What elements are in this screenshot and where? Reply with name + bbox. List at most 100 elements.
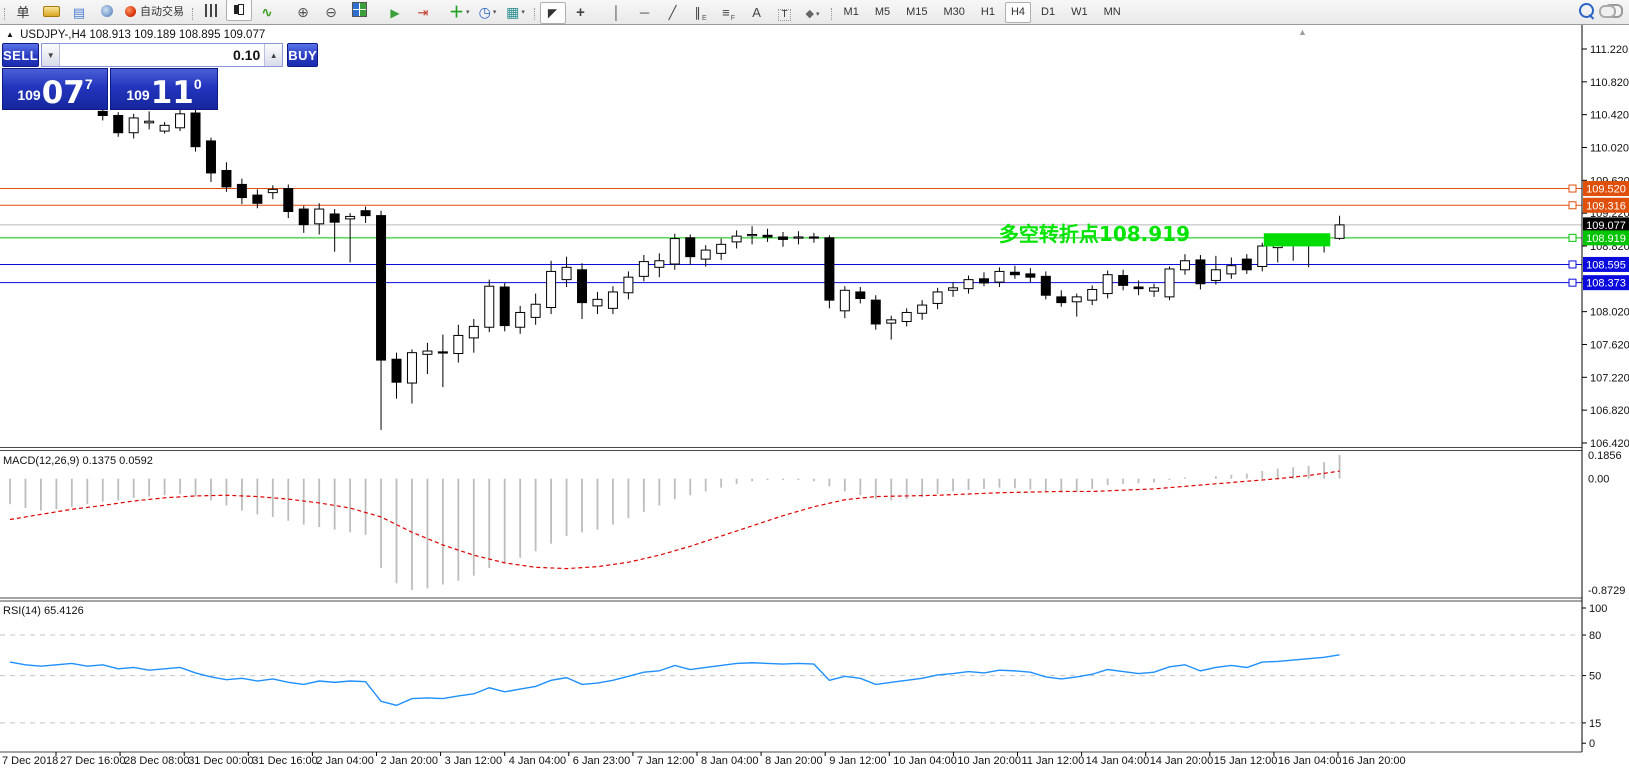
time-label: 2 Jan 04:00 [316,755,374,767]
candle-body [268,189,277,192]
candle-body [423,351,432,354]
candle-body [686,238,695,257]
panel-collapse-icon[interactable]: ▲ [1298,27,1307,37]
sell-button[interactable]: SELL [2,43,39,67]
time-label: 9 Jan 12:00 [829,755,887,767]
sell-price-display[interactable]: 109 07 7 [2,68,108,110]
rsi-indicator-label: RSI(14) 65.4126 [3,605,84,617]
time-label: 14 Jan 04:00 [1086,755,1150,767]
candle-body [392,359,401,382]
rsi-level-label: 100 [1589,603,1607,615]
candle-body [979,279,988,283]
macd-indicator-label: MACD(12,26,9) 0.1375 0.0592 [3,455,153,467]
candle-body [1258,246,1267,267]
candle-body [485,286,494,327]
price-tick-label: 111.220 [1590,44,1628,56]
candle-body [856,292,865,299]
one-click-trade-panel: SELL ▼ ▲ BUY 109 07 7 109 11 0 [2,43,216,105]
candle-body [732,236,741,242]
candle-body [547,271,556,307]
candle-body [98,111,107,115]
chart-marker-icon: ▲ [6,30,14,39]
volume-stepper: ▼ ▲ [41,43,283,67]
line-handle[interactable] [1569,279,1576,286]
candle-body [531,304,540,317]
trade-panel-row: SELL ▼ ▲ BUY [2,43,216,66]
sell-price-sup: 7 [85,76,93,92]
candle-body [361,211,370,216]
chart-canvas[interactable]: 多空转折点108.919111.220110.820110.420110.020… [0,0,1629,768]
candle-body [1026,274,1035,277]
candle-body [825,238,834,300]
candle-body [949,288,958,290]
candle-body [902,312,911,321]
buy-price-prefix: 109 [126,87,149,103]
highlight-rect[interactable] [1264,233,1330,246]
candle-body [407,353,416,383]
time-label: 7 Dec 2018 [2,755,58,767]
price-level-flag-text: 108.595 [1586,259,1626,271]
candle-body [1010,272,1019,274]
line-handle[interactable] [1569,185,1576,192]
price-tick-label: 107.620 [1590,339,1629,351]
time-label: 4 Jan 04:00 [509,755,567,767]
candle-body [1180,261,1189,270]
time-label: 15 Jan 12:00 [1214,755,1278,767]
time-label: 8 Jan 20:00 [765,755,823,767]
candle-body [964,280,973,289]
time-label: 16 Jan 20:00 [1342,755,1406,767]
buy-price-display[interactable]: 109 11 0 [110,68,218,110]
time-label: 16 Jan 04:00 [1278,755,1342,767]
candle-body [717,244,726,253]
candle-body [933,292,942,303]
candle-body [129,118,138,133]
candle-body [145,121,154,123]
candle-body [438,352,447,353]
candle-body [330,214,339,222]
candle-body [995,271,1004,282]
volume-up-button[interactable]: ▲ [264,44,282,66]
candle-body [1103,275,1112,294]
line-handle[interactable] [1569,261,1576,268]
buy-button[interactable]: BUY [287,43,318,67]
price-level-flag-text: 108.373 [1586,278,1626,290]
rsi-level-label: 80 [1589,630,1601,642]
candle-body [206,141,215,173]
candle-body [887,320,896,323]
price-tick-label: 106.820 [1590,405,1629,417]
candle-body [114,115,123,132]
rsi-level-label: 50 [1589,671,1601,683]
candle-body [593,299,602,306]
rsi-level-label: 0 [1589,738,1595,750]
price-tick-label: 110.420 [1590,110,1629,122]
price-level-flag-text: 109.077 [1586,220,1626,232]
candle-body [639,262,648,277]
candle-body [377,216,386,360]
candle-body [1134,287,1143,289]
volume-input[interactable] [60,47,264,63]
candle-body [222,170,231,186]
candle-body [1150,288,1159,291]
candle-body [809,237,818,238]
candle-body [701,250,710,259]
candle-body [299,209,308,225]
line-handle[interactable] [1569,202,1576,209]
time-label: 10 Jan 04:00 [893,755,957,767]
line-handle[interactable] [1569,234,1576,241]
candle-body [191,113,200,147]
candle-body [918,305,927,313]
candle-body [516,312,525,327]
candle-body [779,237,788,239]
candle-body [1165,269,1174,297]
time-label: 11 Jan 12:00 [1022,755,1085,767]
candle-body [176,114,185,128]
buy-price-sup: 0 [194,76,202,92]
candle-body [1211,270,1220,281]
volume-down-button[interactable]: ▼ [42,44,60,66]
candle-body [763,235,772,237]
candle-body [624,277,633,293]
candle-body [160,125,169,131]
sell-price-big: 07 [42,80,85,106]
candle-body [840,290,849,311]
rsi-level-label: 15 [1589,718,1601,730]
